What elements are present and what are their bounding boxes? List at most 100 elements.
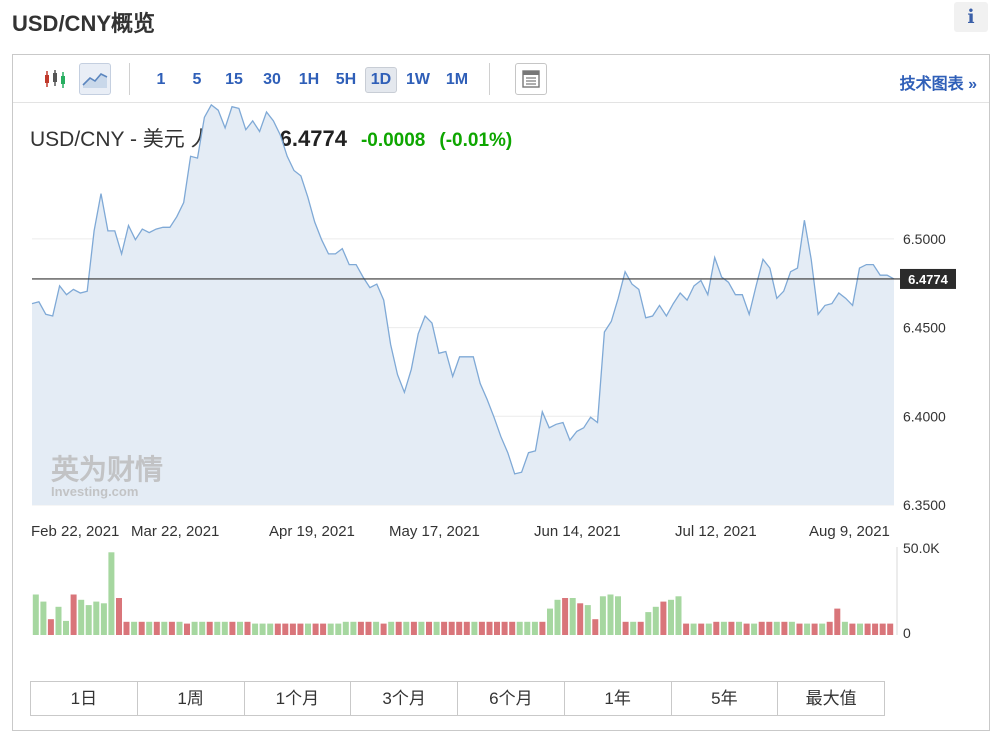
volume-bar <box>410 621 417 635</box>
volume-bar <box>539 621 546 635</box>
volume-bar <box>214 621 221 635</box>
y-tick-label: 6.4500 <box>903 320 946 336</box>
volume-bar <box>463 621 470 635</box>
volume-bar <box>365 621 372 635</box>
volume-bar <box>153 621 160 635</box>
volume-bar <box>547 608 553 635</box>
volume-bar <box>652 606 659 635</box>
info-icon[interactable]: i <box>954 2 988 32</box>
volume-bar <box>879 623 886 635</box>
volume-bar <box>191 621 198 635</box>
volume-bar <box>584 605 591 635</box>
volume-bar <box>289 623 296 635</box>
volume-bar <box>259 623 266 635</box>
volume-bar <box>637 621 644 635</box>
time-range-selector: 1日 1周 1个月 3个月 6个月 1年 5年 最大值 <box>30 681 885 716</box>
volume-bar <box>116 598 122 635</box>
volume-bar <box>645 612 652 635</box>
volume-bar <box>562 598 569 635</box>
volume-bar <box>297 623 304 635</box>
volume-bar <box>441 621 448 635</box>
volume-bar <box>395 621 402 635</box>
range-button[interactable]: 1年 <box>565 682 672 715</box>
volume-bar <box>237 621 243 635</box>
volume-bar <box>751 623 758 635</box>
volume-bar <box>146 621 153 635</box>
volume-bar <box>221 621 228 635</box>
volume-bar <box>78 599 85 635</box>
volume-bar <box>161 621 168 635</box>
volume-bar <box>478 621 485 635</box>
volume-bar <box>40 601 47 635</box>
volume-bar <box>244 621 251 635</box>
volume-bar <box>531 621 538 635</box>
volume-bar <box>93 601 100 635</box>
volume-bar <box>448 621 455 635</box>
volume-bar <box>70 594 77 635</box>
range-button[interactable]: 1日 <box>31 682 138 715</box>
volume-bar <box>788 621 795 635</box>
chart-panel: 1 5 15 30 1H 5H 1D 1W 1M 技术图表 » USD/CNY - 美元 人民币… <box>12 54 990 731</box>
y-tick-label: 6.3500 <box>903 497 946 513</box>
volume-bar <box>494 621 500 635</box>
range-button[interactable]: 1个月 <box>245 682 352 715</box>
volume-bar <box>713 621 720 635</box>
volume-bar <box>766 621 773 635</box>
volume-bar <box>357 621 364 635</box>
range-button[interactable]: 最大值 <box>778 682 884 715</box>
volume-bar <box>274 623 281 635</box>
volume-bar <box>426 621 432 635</box>
volume-bar <box>199 621 206 635</box>
range-button[interactable]: 3个月 <box>351 682 458 715</box>
volume-bar <box>100 603 107 635</box>
volume-bar <box>796 623 803 635</box>
volume-bar <box>834 608 841 635</box>
volume-bar <box>418 621 425 635</box>
volume-bar <box>123 621 130 635</box>
volume-bar <box>622 621 629 635</box>
volume-bar <box>403 621 410 635</box>
range-button[interactable]: 1周 <box>138 682 245 715</box>
volume-bar <box>327 623 334 635</box>
volume-bar <box>599 596 606 635</box>
volume-bar <box>698 623 705 635</box>
volume-bar <box>471 621 478 635</box>
range-button[interactable]: 6个月 <box>458 682 565 715</box>
volume-bar <box>668 599 674 635</box>
volume-bar <box>63 620 69 635</box>
range-button[interactable]: 5年 <box>672 682 779 715</box>
volume-bar <box>32 594 39 635</box>
volume-bar <box>554 599 561 635</box>
volume-bar <box>849 623 856 635</box>
watermark-logo-cn: 英为财情 <box>51 453 163 486</box>
volume-bar <box>690 623 697 635</box>
volume-bar <box>312 623 319 635</box>
volume-bar <box>577 603 584 635</box>
volume-bar <box>720 621 727 635</box>
volume-bar <box>108 552 115 635</box>
x-tick-label: Feb 22, 2021 <box>31 523 119 540</box>
volume-bar <box>887 623 894 635</box>
y-tick-label: 6.4000 <box>903 408 946 424</box>
volume-bar <box>342 621 349 635</box>
volume-bar <box>184 623 190 635</box>
volume-bar <box>380 623 387 635</box>
volume-bar <box>335 623 342 635</box>
volume-bar <box>55 606 62 635</box>
volume-bar <box>85 605 92 635</box>
volume-bar <box>433 621 440 635</box>
volume-bar <box>168 621 175 635</box>
volume-bar <box>509 621 516 635</box>
volume-bar <box>728 621 735 635</box>
volume-bar <box>804 623 811 635</box>
volume-bar <box>872 623 879 635</box>
current-price-label: 6.4774 <box>908 272 949 287</box>
y-tick-label: 6.5000 <box>903 231 946 247</box>
x-tick-label: Jun 14, 2021 <box>534 523 621 540</box>
volume-bar <box>569 598 576 635</box>
volume-bar <box>819 623 826 635</box>
volume-bar <box>675 596 682 635</box>
volume-bar <box>743 623 750 635</box>
volume-bar <box>826 621 833 635</box>
volume-bar <box>350 621 357 635</box>
